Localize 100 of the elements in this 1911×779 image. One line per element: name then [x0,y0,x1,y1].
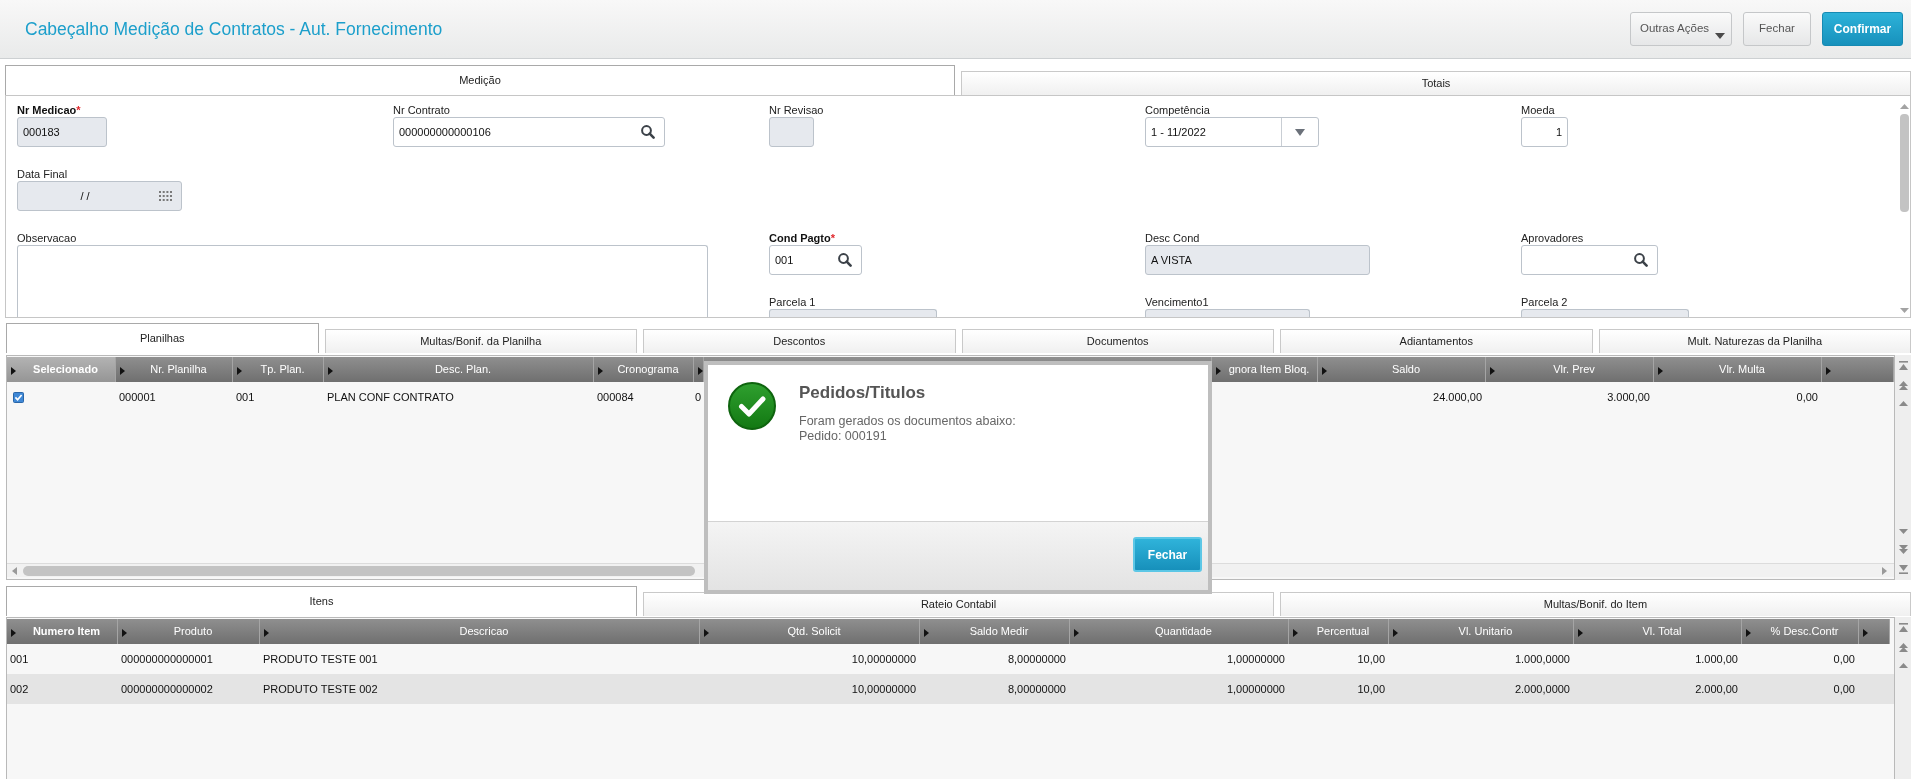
caret-icon [1074,628,1079,637]
column-header[interactable]: Descricao [260,619,700,644]
input-field[interactable]: 000183 [17,117,107,147]
tab[interactable]: Multas/Bonif. do Item [1280,592,1911,616]
column-header[interactable]: Quantidade [1070,619,1289,644]
up-arrow-icon[interactable] [1898,401,1908,406]
up-arrow-icon[interactable] [1899,104,1909,109]
caret-icon [1322,366,1327,375]
field-label: Cond Pagto* [769,232,835,245]
lookup-field[interactable]: 000000000000106 [393,117,665,147]
date-field[interactable]: / / [17,181,182,211]
column-header[interactable]: Vlr. Multa [1654,357,1822,382]
calendar-icon[interactable] [159,191,172,201]
caret-icon [328,366,333,375]
down-arrow-icon[interactable] [1899,308,1909,313]
page-title: Cabeçalho Medição de Contratos - Aut. Fornecimento [25,18,443,40]
double-up-arrow-icon[interactable] [1898,381,1908,390]
column-header[interactable]: Vlr. Prev [1486,357,1654,382]
scrollbar-thumb[interactable] [23,565,695,576]
select-field[interactable]: 1 - 11/2022 [1145,117,1319,147]
input-field[interactable]: A VISTA [1145,245,1370,275]
column-header[interactable]: Tp. Plan. [233,357,324,382]
caret-icon [1746,628,1751,637]
tab[interactable]: Multas/Bonif. da Planilha [324,329,637,353]
vertical-scrollbar[interactable] [1895,355,1911,580]
column-header[interactable]: Vl. Unitario [1389,619,1574,644]
tab[interactable]: Adiantamentos [1280,329,1593,353]
table-cell-text: 10,00000000 [850,681,917,697]
column-header[interactable]: Produto [118,619,260,644]
input-field[interactable]: 1 [1521,117,1568,147]
search-icon[interactable] [838,253,852,267]
double-up-arrow-icon[interactable] [1898,643,1908,652]
input-field[interactable] [769,117,814,147]
close-button[interactable]: Fechar [1743,12,1811,46]
tab[interactable]: Totais [961,71,1911,95]
column-header[interactable]: Saldo Medir [920,619,1070,644]
tab[interactable]: Medição [5,65,955,95]
lookup-field[interactable] [1521,245,1658,275]
tab[interactable]: Rateio Contabil [643,592,1274,616]
column-header[interactable]: Percentual [1289,619,1389,644]
right-arrow-icon[interactable] [1882,566,1887,575]
column-header[interactable]: Selecionado [7,357,116,382]
column-header[interactable]: Numero Item [7,619,118,644]
table-cell-text: 10,00000000 [850,651,917,667]
scrollbar-thumb[interactable] [1899,114,1909,212]
up-arrow-icon[interactable] [1898,663,1908,668]
column-header[interactable]: gnora Item Bloq. [1212,357,1318,382]
caret-icon [704,628,709,637]
bar-down-arrow-icon[interactable] [1898,565,1908,574]
field-label: Nr Medicao* [17,104,81,117]
dialog-message: Foram gerados os documentos abaixo: [799,414,1016,429]
lookup-field[interactable]: 001 [769,245,862,275]
column-header[interactable]: Cronograma [594,357,694,382]
table-cell-text: 1,00000000 [1225,681,1286,697]
table-cell-text: 24.000,00 [1432,389,1483,405]
field-label: Vencimento1 [1145,296,1209,309]
confirm-button[interactable]: Confirmar [1822,12,1903,46]
field-label: Competência [1145,104,1210,117]
table-cell-text: 000000000000002 [120,681,214,697]
caret-icon [1863,628,1868,637]
more-actions-button[interactable]: Outras Ações [1630,12,1732,46]
checkbox[interactable] [13,391,24,403]
close-button[interactable]: Fechar [1133,537,1202,572]
search-icon[interactable] [1634,253,1648,267]
input-field[interactable] [769,309,937,317]
tab[interactable]: Itens [6,586,637,616]
field-label: Parcela 1 [769,296,816,309]
caret-icon [11,366,16,375]
caret-icon [237,366,242,375]
column-header[interactable]: Vl. Total [1574,619,1742,644]
table-cell-text: 2.000,00 [1694,681,1739,697]
tab[interactable]: Documentos [961,329,1274,353]
table-cell-text: 2.000,0000 [1513,681,1571,697]
input-field[interactable] [1145,309,1310,317]
left-arrow-icon[interactable] [12,566,17,575]
column-header[interactable] [1859,619,1890,644]
table-cell-text: PRODUTO TESTE 002 [262,681,379,697]
tab[interactable]: Descontos [643,329,956,353]
vertical-scrollbar[interactable] [1895,617,1911,779]
input-field[interactable] [1521,309,1689,317]
caret-icon [1578,628,1583,637]
column-header[interactable]: Desc. Plan. [324,357,594,382]
table-cell-text: 000084 [596,389,635,405]
bar-up-arrow-icon[interactable] [1898,623,1908,632]
field-label: Desc Cond [1145,232,1200,245]
table-cell-text: 1.000,0000 [1513,651,1571,667]
column-header[interactable]: Saldo [1318,357,1486,382]
tab[interactable]: Planilhas [6,323,319,353]
search-icon[interactable] [641,125,655,139]
caret-icon [1490,366,1495,375]
table-cell-text: 3.000,00 [1606,389,1651,405]
bar-up-arrow-icon[interactable] [1898,361,1908,370]
column-header[interactable] [694,357,704,382]
caret-icon [264,628,269,637]
column-header[interactable]: Nr. Planilha [116,357,233,382]
column-header[interactable]: Qtd. Solicit [700,619,920,644]
tab[interactable]: Mult. Naturezas da Planilha [1598,329,1911,353]
double-down-arrow-icon[interactable] [1898,545,1908,554]
column-header[interactable]: % Desc.Contr [1742,619,1859,644]
down-arrow-icon[interactable] [1898,529,1908,534]
